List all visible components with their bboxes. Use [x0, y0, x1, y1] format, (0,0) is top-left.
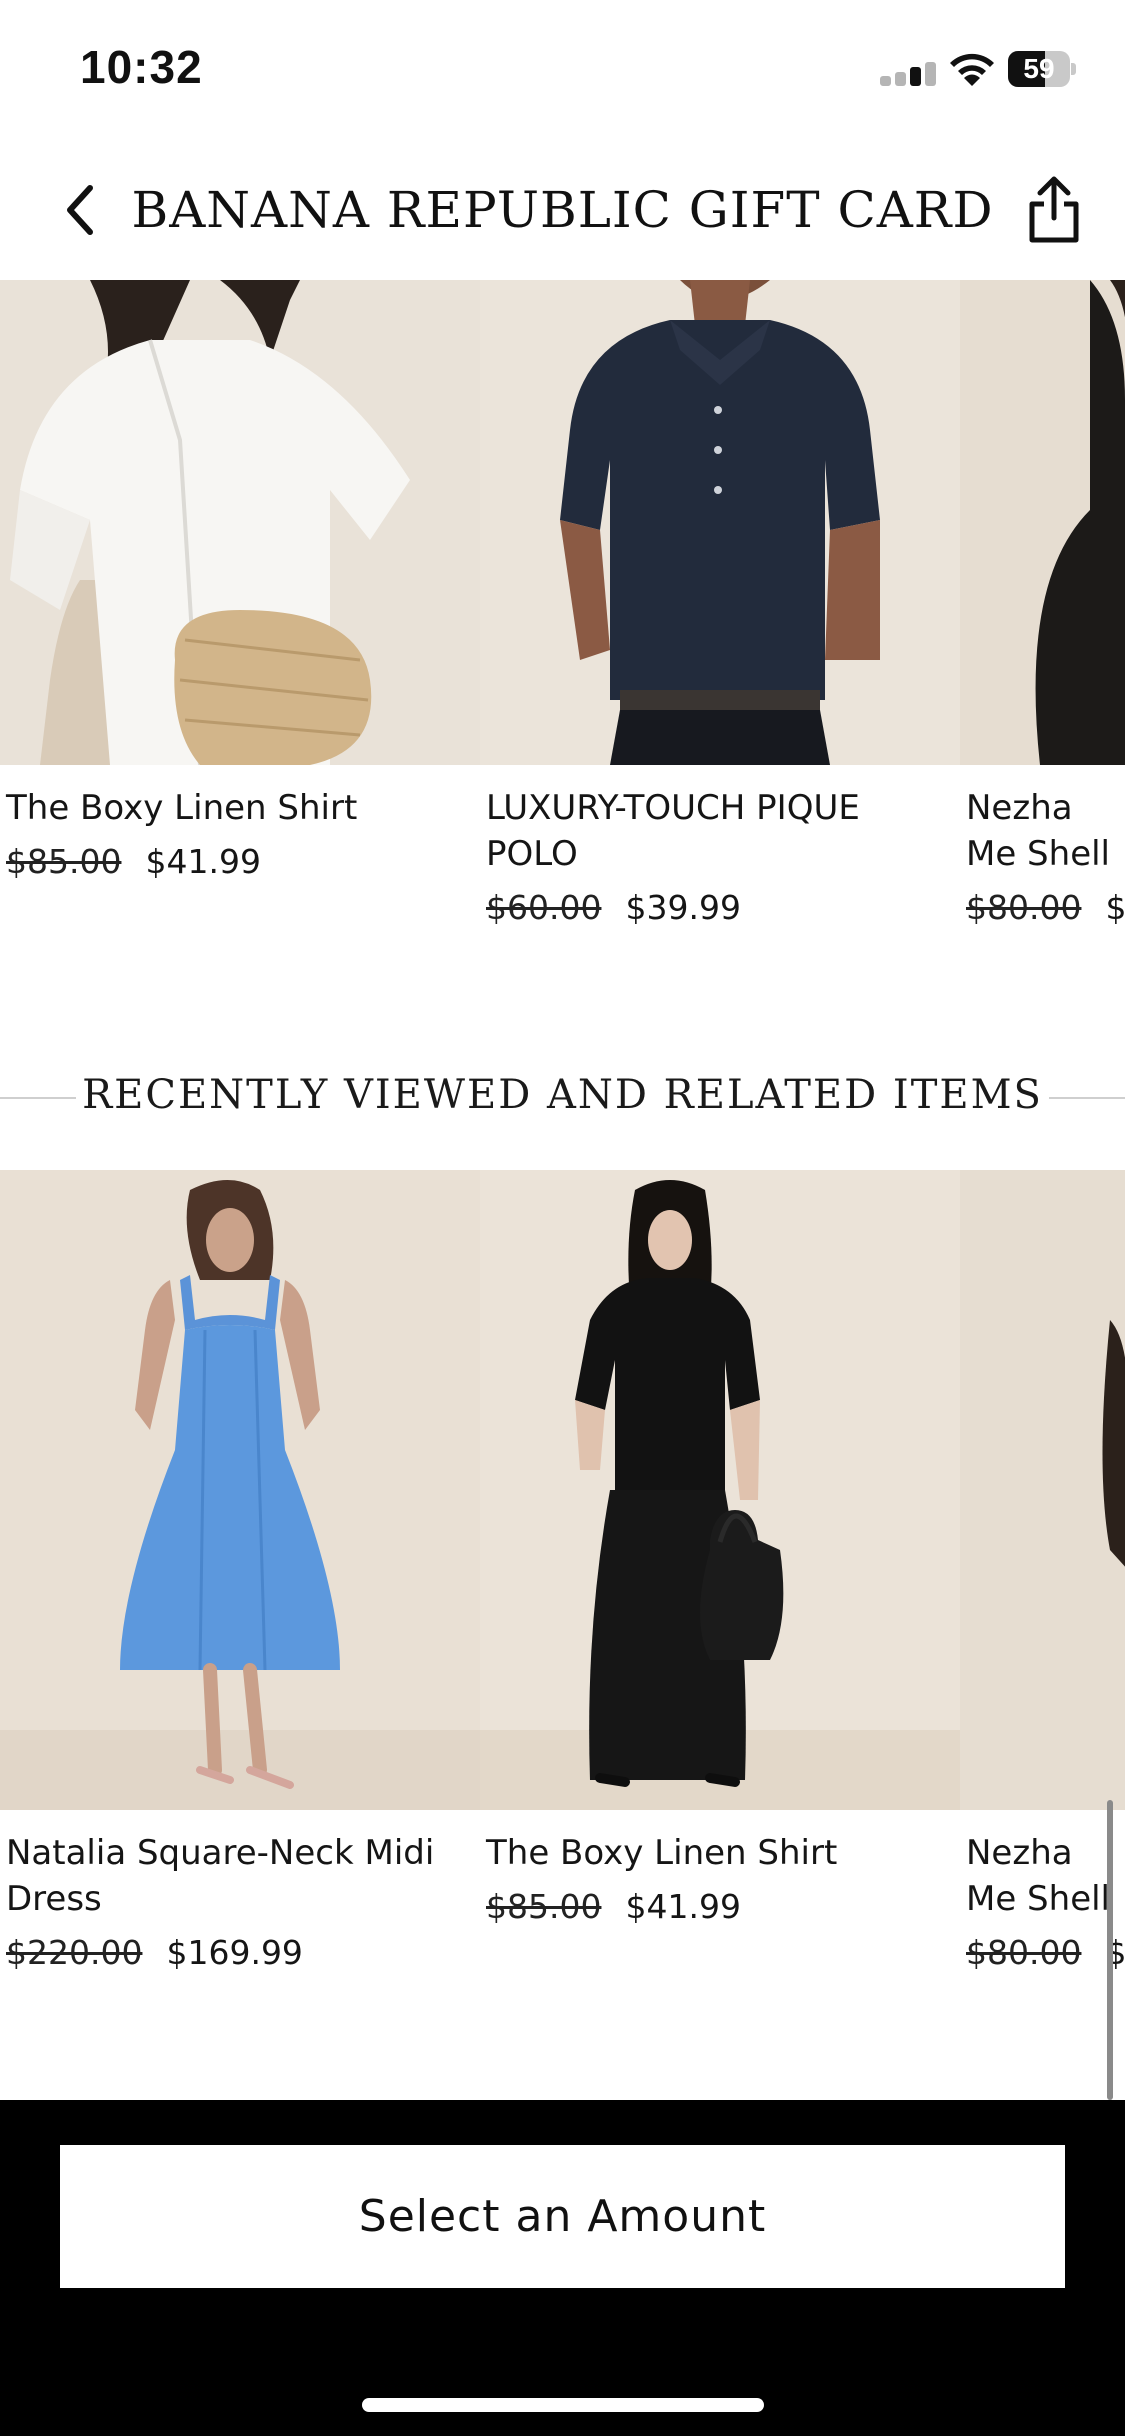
navy-polo-photo: [480, 280, 960, 765]
wifi-icon: [950, 53, 994, 86]
price-line: $60.00 $39.99: [486, 888, 741, 927]
original-price: $80.00: [966, 1933, 1082, 1972]
black-top-photo: [960, 1170, 1125, 1810]
product-name[interactable]: The Boxy Linen Shirt: [6, 785, 466, 831]
sale-price: $39.99: [625, 888, 741, 927]
price-line: $85.00 $41.99: [486, 1887, 741, 1926]
status-time: 10:32: [80, 41, 203, 93]
price-line: $80.00 $: [966, 888, 1125, 927]
page-title: BANANA REPUBLIC GIFT CARD: [131, 181, 994, 239]
product-name[interactable]: Nezha Me Shell: [966, 1830, 1125, 1922]
sale-price: $169.99: [166, 1933, 303, 1972]
battery-percent: 59: [1023, 53, 1055, 84]
product-name[interactable]: Nezha Me Shell: [966, 785, 1125, 877]
product-image[interactable]: [960, 280, 1125, 765]
original-price: $220.00: [6, 1933, 143, 1972]
original-price: $80.00: [966, 888, 1082, 927]
product-name[interactable]: Natalia Square-Neck Midi Dress: [6, 1830, 466, 1922]
scrollbar[interactable]: [1107, 1800, 1113, 2100]
price-line: $85.00 $41.99: [6, 842, 261, 881]
product-name[interactable]: LUXURY-TOUCH PIQUE POLO: [486, 785, 946, 877]
sale-price: $41.99: [625, 1887, 741, 1926]
share-icon: [1029, 176, 1079, 243]
cellular-signal-icon: [880, 62, 936, 86]
price-line: $80.00 $: [966, 1933, 1125, 1972]
select-amount-button[interactable]: Select an Amount: [60, 2145, 1065, 2288]
divider: [1048, 1097, 1125, 1099]
black-top-photo: [960, 280, 1125, 765]
sale-price: $41.99: [145, 842, 261, 881]
price-line: $220.00 $169.99: [6, 1933, 303, 1972]
nav-header: BANANA REPUBLIC GIFT CARD: [0, 140, 1125, 280]
product-image[interactable]: [0, 280, 480, 765]
original-price: $85.00: [6, 842, 122, 881]
product-image[interactable]: [0, 1170, 480, 1810]
black-linen-set-photo: [480, 1170, 960, 1810]
share-button[interactable]: [1022, 174, 1086, 246]
related-carousel[interactable]: Natalia Square-Neck Midi Dress $220.00 $1…: [0, 1170, 1125, 2050]
section-heading: RECENTLY VIEWED AND RELATED ITEMS: [0, 1060, 1125, 1140]
product-image[interactable]: [480, 1170, 960, 1810]
bottom-action-bar: Select an Amount: [0, 2100, 1125, 2436]
product-image[interactable]: [960, 1170, 1125, 1810]
blue-dress-photo: [0, 1170, 480, 1810]
status-bar: 10:32 59: [0, 0, 1125, 140]
product-image[interactable]: [480, 280, 960, 765]
sale-price: $: [1105, 888, 1125, 927]
back-button[interactable]: [50, 180, 110, 240]
chevron-left-icon: [67, 185, 93, 235]
section-title: RECENTLY VIEWED AND RELATED ITEMS: [82, 1072, 1043, 1118]
product-carousel[interactable]: The Boxy Linen Shirt $85.00$41.99 LUXUR: [0, 280, 1125, 980]
white-shirt-photo: [0, 280, 480, 765]
home-indicator[interactable]: [362, 2398, 764, 2412]
product-name[interactable]: The Boxy Linen Shirt: [486, 1830, 946, 1876]
original-price: $60.00: [486, 888, 602, 927]
battery-icon: 59: [1008, 51, 1076, 87]
original-price: $85.00: [486, 1887, 602, 1926]
